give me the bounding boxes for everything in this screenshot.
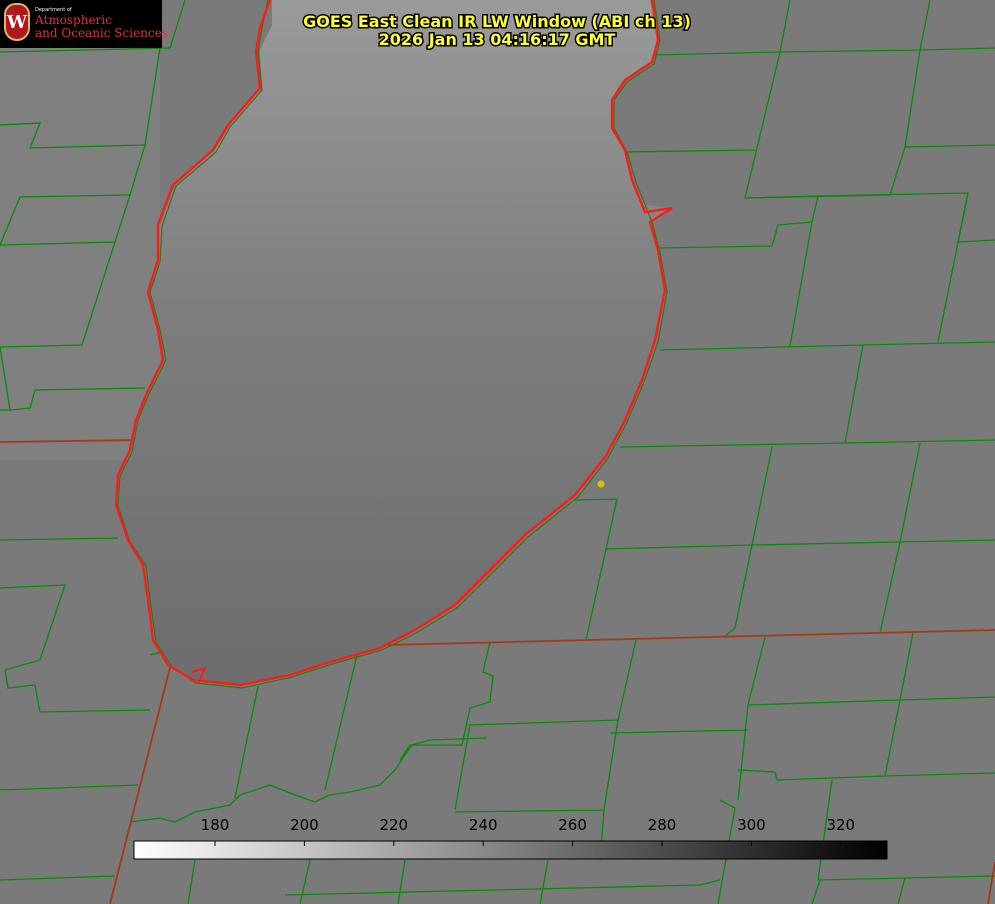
aos-logo: W Department of Atmospheric and Oceanic … — [0, 0, 168, 48]
colorbar-tick-label: 260 — [558, 816, 587, 834]
satellite-map: GOES East Clean IR LW Window (ABI ch 13)… — [0, 0, 995, 904]
university-seal-icon: W — [4, 3, 30, 41]
colorbar-tick-label: 220 — [379, 816, 408, 834]
image-timestamp: 2026 Jan 13 04:16:17 GMT — [379, 30, 616, 49]
colorbar-tick-label: 200 — [290, 816, 319, 834]
colorbar-tick-label: 280 — [648, 816, 677, 834]
logo-line-atmospheric: Atmospheric — [35, 13, 112, 27]
colorbar-gradient — [133, 840, 888, 860]
location-marker-dot — [597, 480, 605, 488]
satellite-image-viewer: GOES East Clean IR LW Window (ABI ch 13)… — [0, 0, 995, 904]
image-title: GOES East Clean IR LW Window (ABI ch 13) — [303, 12, 691, 31]
colorbar-tick-label: 320 — [826, 816, 855, 834]
colorbar-tick-label: 180 — [201, 816, 230, 834]
colorbar-tick-label: 300 — [737, 816, 766, 834]
logo-line-oceanic: and Oceanic Sciences — [35, 26, 168, 40]
land-cloud-texture — [0, 40, 160, 460]
colorbar-tick-label: 240 — [469, 816, 498, 834]
